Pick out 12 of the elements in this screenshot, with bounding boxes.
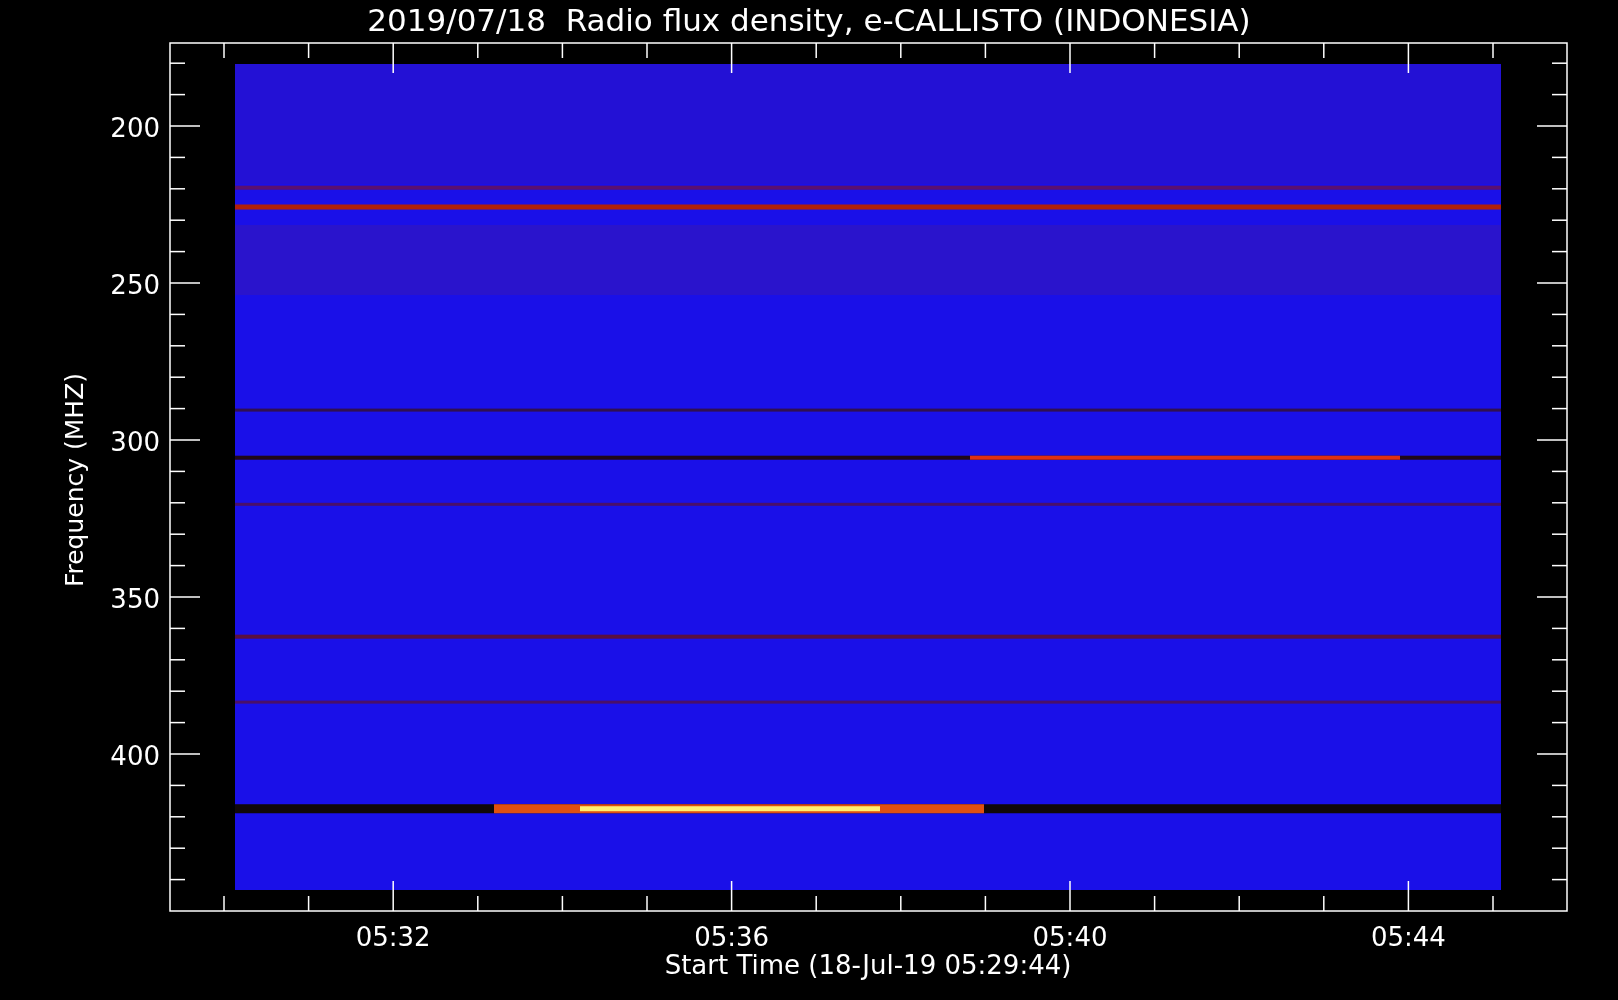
- y-axis-label: Frequency (MHZ): [60, 372, 89, 588]
- y-tick-label: 200: [110, 113, 160, 143]
- y-tick-label: 400: [110, 741, 160, 771]
- x-tick-label: 05:40: [1032, 922, 1108, 952]
- y-tick-label: 250: [110, 270, 160, 300]
- y-tick-label: 350: [110, 584, 160, 614]
- chart-title: 2019/07/18 Radio flux density, e-CALLISTO (INDONESIA): [367, 2, 1251, 38]
- x-tick-label: 05:36: [694, 922, 770, 952]
- x-tick-label: 05:32: [355, 922, 431, 952]
- x-tick-label: 05:44: [1370, 922, 1446, 952]
- x-axis-label: Start Time (18-Jul-19 05:29:44): [664, 950, 1072, 980]
- y-tick-label: 300: [110, 427, 160, 457]
